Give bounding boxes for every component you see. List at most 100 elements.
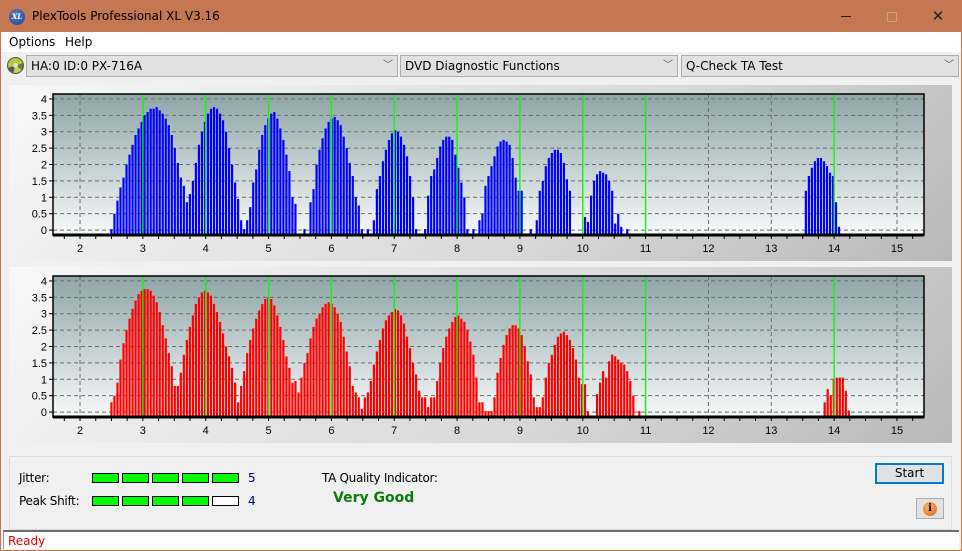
histogram-bar	[224, 131, 228, 235]
histogram-bar	[829, 395, 832, 417]
results-panel: Jitter: 5 Peak Shift: 4 TA Quality Indic…	[9, 456, 952, 530]
histogram-bar	[240, 385, 243, 417]
x-tick-label: 14	[828, 243, 840, 255]
histogram-bar	[215, 108, 219, 235]
histogram-bar	[526, 361, 529, 417]
histogram-bar	[252, 328, 255, 417]
histogram-bar	[599, 382, 602, 417]
histogram-bar	[568, 339, 572, 417]
histogram-bar	[294, 380, 297, 417]
jitter-label: Jitter:	[19, 471, 50, 485]
histogram-bar	[221, 120, 225, 235]
histogram-bar	[378, 175, 382, 235]
start-button[interactable]: Start	[875, 463, 944, 484]
histogram-bar	[285, 356, 288, 417]
minimize-button[interactable]	[823, 1, 869, 32]
histogram-bar	[390, 133, 394, 235]
histogram-bar	[415, 374, 418, 417]
histogram-bar	[200, 292, 204, 417]
histogram-bar	[430, 175, 433, 235]
histogram-bar	[348, 162, 351, 235]
x-tick-label: 4	[203, 425, 209, 437]
histogram-bar	[282, 339, 285, 417]
x-tick-label: 6	[328, 425, 334, 437]
histogram-bar	[813, 161, 817, 235]
histogram-bar	[357, 397, 360, 417]
histogram-bar	[218, 113, 222, 235]
histogram-bar	[152, 108, 155, 235]
histogram-bar	[137, 128, 140, 235]
histogram-bar	[212, 107, 216, 235]
histogram-bar	[405, 336, 409, 417]
x-tick-label: 5	[265, 425, 271, 437]
histogram-bar	[345, 351, 348, 417]
function-select[interactable]: DVD Diagnostic Functions ﹀	[400, 55, 678, 77]
histogram-bar	[116, 382, 119, 417]
status-bar: Ready	[3, 530, 959, 549]
histogram-bar	[354, 392, 357, 417]
y-tick-label: 0	[41, 407, 47, 419]
test-select[interactable]: Q-Check TA Test ﹀	[681, 55, 959, 77]
title-bar[interactable]: XL PlexTools Professional XL V3.16 ✕	[1, 1, 961, 32]
histogram-bar	[264, 125, 267, 235]
histogram-bar	[116, 200, 119, 235]
histogram-bar	[448, 328, 451, 417]
histogram-bar	[807, 175, 810, 235]
histogram-bar	[478, 220, 481, 235]
histogram-bar	[408, 348, 412, 417]
histogram-bar	[439, 146, 442, 235]
maximize-icon	[887, 11, 897, 22]
histogram-bar	[556, 149, 559, 235]
histogram-bar	[547, 362, 550, 417]
histogram-bar	[113, 395, 116, 417]
histogram-bar	[372, 220, 375, 235]
histogram-bar	[826, 389, 829, 417]
y-tick-label: 3.5	[32, 110, 47, 122]
histogram-bar	[158, 110, 161, 235]
histogram-bar	[270, 113, 273, 235]
histogram-bar	[490, 166, 493, 235]
histogram-bar	[318, 313, 321, 417]
histogram-bar	[411, 362, 415, 417]
histogram-bar	[514, 325, 517, 417]
histogram-bar	[511, 157, 514, 235]
menu-options[interactable]: Options	[9, 35, 55, 49]
histogram-bar	[221, 333, 225, 417]
info-button[interactable]: i	[916, 498, 944, 519]
histogram-bar	[188, 194, 191, 235]
menu-help[interactable]: Help	[65, 35, 92, 49]
histogram-bar	[119, 187, 122, 235]
x-tick-label: 12	[702, 425, 714, 437]
histogram-bar	[131, 144, 134, 235]
close-button[interactable]: ✕	[915, 1, 961, 32]
histogram-bar	[167, 353, 170, 417]
histogram-bar	[502, 139, 505, 235]
histogram-bar	[188, 326, 191, 417]
histogram-bar	[146, 289, 149, 417]
histogram-bar	[321, 307, 324, 417]
x-tick-label: 9	[517, 425, 523, 437]
histogram-bar	[176, 162, 179, 235]
jitter-segment	[182, 473, 209, 483]
histogram-bar	[844, 390, 847, 417]
histogram-bar	[279, 128, 282, 235]
histogram-bar	[261, 134, 264, 235]
histogram-bar	[520, 335, 523, 417]
histogram-bar	[146, 112, 149, 235]
histogram-bar	[499, 141, 502, 235]
x-tick-label: 12	[702, 243, 714, 255]
histogram-bar	[176, 385, 179, 417]
jitter-segment	[92, 473, 119, 483]
histogram-bar	[255, 169, 258, 235]
histogram-bar	[541, 397, 544, 417]
histogram-bar	[185, 202, 188, 235]
x-tick-label: 15	[891, 243, 903, 255]
histogram-bar	[345, 148, 348, 235]
histogram-bar	[128, 318, 131, 417]
histogram-bar	[375, 189, 378, 235]
histogram-bar	[119, 359, 122, 417]
maximize-button[interactable]	[869, 1, 915, 32]
histogram-bar	[246, 353, 249, 417]
x-tick-label: 2	[77, 425, 83, 437]
drive-select[interactable]: HA:0 ID:0 PX-716A ﹀	[26, 55, 398, 77]
